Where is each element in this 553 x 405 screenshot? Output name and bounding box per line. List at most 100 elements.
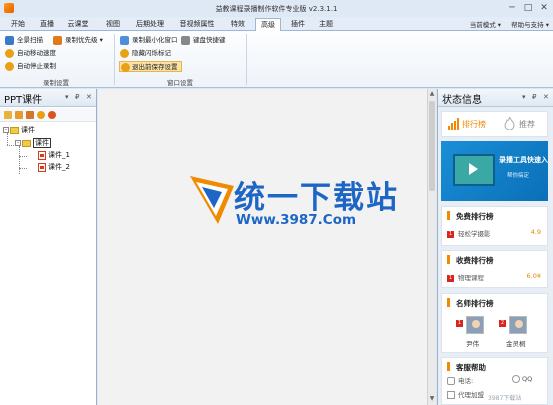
record-priority-dropdown[interactable]: 录制优先级 ▾ [52,35,103,46]
close-button[interactable]: ✕ [537,2,551,14]
button-label: 退出前保存设置 [132,63,178,71]
tree-label: 课件 [21,126,35,134]
pane-toolbar [0,108,96,122]
minimize-while-recording-button[interactable]: 录制最小化窗口 [119,35,178,46]
save-on-exit-button[interactable]: 退出前保存设置 [119,61,182,72]
tree-line [19,168,27,169]
ranking-row[interactable]: 1 物理课程 [447,272,484,282]
agent-row[interactable]: 代理加盟 [447,389,484,399]
tab-ranking[interactable]: 排行榜 [462,119,486,130]
scroll-thumb[interactable] [429,101,435,191]
pane-header: 状态信息 ▾ ₽ ✕ [438,89,553,107]
pane-title: 状态信息 [442,95,482,106]
qq-label: QQ [522,375,533,383]
keyboard-shortcuts-button[interactable]: 键盘快捷键 [180,35,226,46]
pane-close-button[interactable]: ✕ [543,93,549,101]
button-label: 录制优先级 ▾ [65,36,103,44]
refresh-icon[interactable] [37,111,45,119]
tab-themes[interactable]: 主题 [315,18,337,31]
auto-stop-record-button[interactable]: 自动停止录制 [4,61,56,72]
maximize-button[interactable]: □ [521,2,535,14]
folder-icon [22,139,31,147]
ranking-row[interactable]: 1 轻松学摄影 [447,228,491,238]
card-title: 名师排行榜 [456,299,494,308]
play-icon [469,163,478,175]
scroll-up-icon[interactable]: ▲ [428,90,436,99]
rank-badge: 1 [447,230,454,238]
agent-label: 代理加盟 [458,391,484,399]
tab-av-properties[interactable]: 音视频属性 [174,18,220,31]
button-label: 全景扫描 [17,36,43,44]
ppt-file-icon [38,150,46,160]
tree-item-courseware-2[interactable]: 课件_2 [38,162,70,172]
new-folder-icon[interactable] [4,111,12,119]
tab-cloud-class[interactable]: 云课堂 [63,18,93,31]
tree-line [19,146,20,174]
delete-icon[interactable] [48,111,56,119]
pane-menu-button[interactable]: ▾ [522,93,526,101]
tab-start[interactable]: 开始 [7,18,29,31]
card-accent [447,298,450,307]
collapse-toggle[interactable]: - [15,140,21,146]
current-mode-menu[interactable]: 当前模式 ▾ [470,21,501,29]
tab-plugins[interactable]: 插件 [287,18,309,31]
teacher-name: 尹伟 [466,340,479,348]
panorama-scan-button[interactable]: 全景扫描 [4,35,43,46]
logo-triangle-icon [190,176,234,224]
banner-subtitle: 帮你搞定 [507,173,530,179]
minimize-button[interactable]: ─ [505,2,519,14]
free-ranking-card: 免费排行榜 1 轻松学摄影 4.9 [441,206,548,246]
ppt-courseware-pane: PPT课件 ▾ ₽ ✕ - 课件 - 课件 课件_1 课件_2 [0,89,97,405]
tab-post-processing[interactable]: 后期处理 [132,18,168,31]
import-icon[interactable] [26,111,34,119]
ranking-item-name: 物理课程 [458,274,484,282]
pane-title: PPT课件 [4,95,43,106]
tree-line [19,156,27,157]
tab-view[interactable]: 视图 [102,18,124,31]
teacher-name: 金灵桐 [506,340,526,348]
flash-icon [120,49,129,58]
rank-badge: 1 [456,320,463,327]
collapse-toggle[interactable]: - [3,127,9,133]
tab-effects[interactable]: 特效 [227,18,249,31]
teacher-avatar[interactable] [509,316,527,334]
tab-advanced[interactable]: 高级 [255,18,281,31]
teacher-avatar[interactable] [466,316,484,334]
tree-node-courseware[interactable]: - 课件 [15,138,51,148]
phone-row: 电话: [447,375,473,385]
group-separator [114,34,115,85]
slide-canvas[interactable] [98,89,427,405]
site-watermark: 3987下载站 [488,395,522,402]
flame-icon [504,117,515,130]
ppt-file-icon [38,162,46,172]
status-info-pane: 状态信息 ▾ ₽ ✕ 排行榜 推荐 录播工具快速入门 帮你搞定 免费排行榜 1轻… [437,89,553,405]
scroll-down-icon[interactable]: ▼ [428,395,436,404]
promo-banner[interactable]: 录播工具快速入门 帮你搞定 [441,141,548,201]
pane-pin-button[interactable]: ₽ [532,93,536,101]
watermark-logo: 统一下载站 Www.3987.Com [188,168,397,238]
button-label: 键盘快捷键 [193,36,226,44]
auto-move-speed-button[interactable]: 自动移动速度 [4,48,56,59]
help-support-menu[interactable]: 帮助与支持 ▾ [511,21,549,29]
save-icon [121,63,130,72]
tab-live[interactable]: 直播 [36,18,58,31]
banner-title: 录播工具快速入门 [499,156,548,164]
teacher-ranking-card: 名师排行榜 1 尹伟 2 金灵桐 [441,293,548,353]
button-label: 自动停止录制 [17,62,56,70]
tree-label: 课件_2 [48,163,70,171]
qq-row[interactable]: QQ [512,375,532,383]
pane-pin-button[interactable]: ₽ [75,93,79,101]
window-icon [120,36,129,45]
paid-ranking-card: 收费排行榜 1 物理课程 6.0¥ [441,250,548,288]
hide-flash-marker-button[interactable]: 隐藏闪烁标记 [119,48,171,59]
button-label: 自动移动速度 [17,49,56,57]
group-label-record-settings: 录制设置 [43,79,69,87]
tree-item-courseware-1[interactable]: 课件_1 [38,150,70,160]
tab-recommend[interactable]: 推荐 [519,119,535,130]
vertical-scrollbar[interactable]: ▲ ▼ [427,89,436,405]
pane-menu-button[interactable]: ▾ [65,93,69,101]
pane-close-button[interactable]: ✕ [86,93,92,101]
agent-icon [447,391,455,399]
ranking-item-name: 轻松学摄影 [458,230,491,238]
add-file-icon[interactable] [15,111,23,119]
